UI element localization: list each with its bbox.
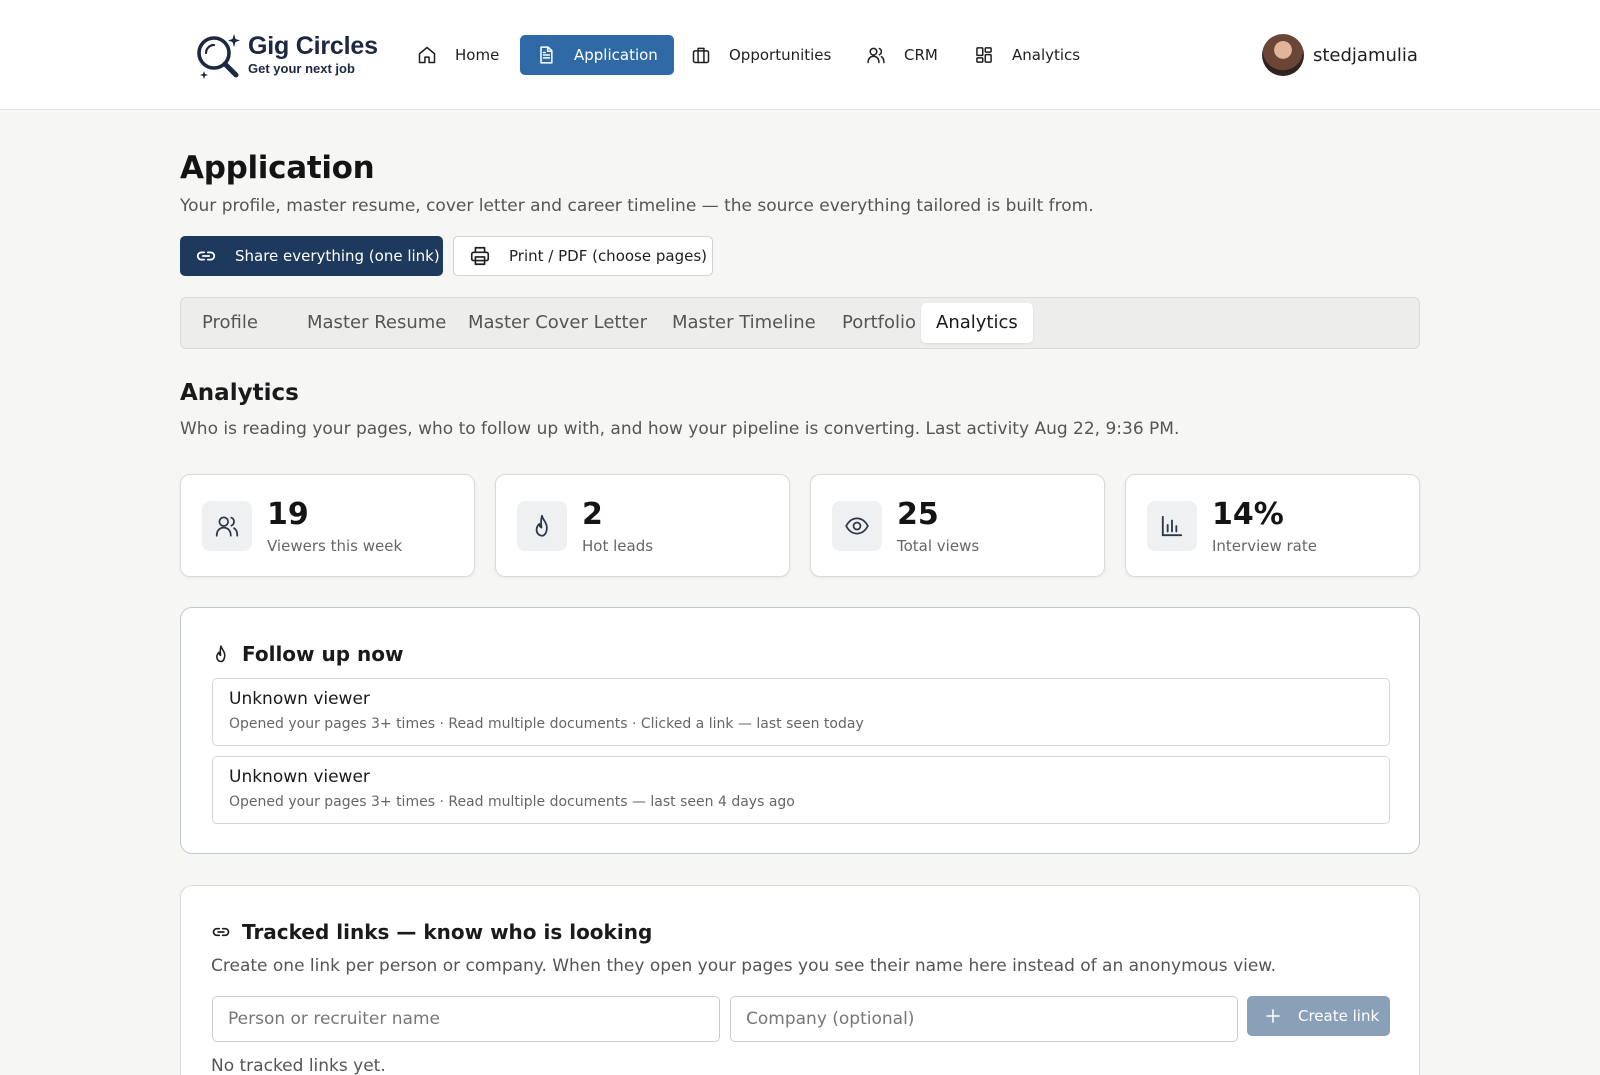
- list-item[interactable]: Unknown viewer Opened your pages 3+ time…: [212, 756, 1390, 824]
- nav-crm[interactable]: CRM: [866, 35, 938, 75]
- page-subtitle: Your profile, master resume, cover lette…: [180, 196, 1094, 216]
- brand-logo[interactable]: Gig Circles Get your next job: [194, 30, 384, 82]
- create-link-label: Create link: [1298, 1007, 1380, 1025]
- magnifier-sparkle-icon: [194, 30, 244, 82]
- application-tabs: Profile Master Resume Master Cover Lette…: [180, 297, 1420, 349]
- nav-opportunities-label: Opportunities: [729, 46, 832, 64]
- user-menu[interactable]: stedjamulia: [1262, 34, 1418, 76]
- stat-label: Viewers this week: [267, 537, 403, 555]
- tracked-links-panel: Tracked links — know who is looking Crea…: [180, 885, 1420, 1075]
- tab-profile[interactable]: Profile: [187, 303, 273, 343]
- print-pdf-label: Print / PDF (choose pages): [509, 247, 707, 265]
- nav-crm-label: CRM: [904, 46, 938, 64]
- nav-opportunities[interactable]: Opportunities: [691, 35, 831, 75]
- viewer-details: Opened your pages 3+ times · Read multip…: [229, 716, 864, 732]
- stat-value: 14%: [1212, 497, 1284, 532]
- nav-home-label: Home: [455, 46, 500, 64]
- stat-card-interview-rate: 14% Interview rate: [1125, 474, 1420, 577]
- nav-analytics-label: Analytics: [1012, 46, 1081, 64]
- grid-icon: [976, 47, 992, 63]
- stat-value: 2: [582, 497, 603, 532]
- top-header: Gig Circles Get your next job Home Appli…: [0, 0, 1600, 110]
- stat-value: 19: [267, 497, 309, 532]
- users-icon: [202, 501, 252, 551]
- nav-analytics[interactable]: Analytics: [974, 35, 1080, 75]
- username: stedjamulia: [1313, 44, 1418, 66]
- create-link-button[interactable]: Create link: [1247, 996, 1390, 1036]
- briefcase-icon: [692, 47, 710, 64]
- share-everything-button[interactable]: Share everything (one link): [180, 236, 443, 276]
- stat-label: Hot leads: [582, 537, 654, 555]
- follow-up-panel: Follow up now Unknown viewer Opened your…: [180, 607, 1420, 854]
- tracked-links-empty: No tracked links yet.: [211, 1056, 386, 1075]
- page-title: Application: [180, 150, 375, 186]
- nav-application-label: Application: [574, 46, 658, 64]
- link-icon: [196, 251, 216, 261]
- tracked-links-title: Tracked links — know who is looking: [242, 920, 653, 944]
- stat-card-total-views: 25 Total views: [810, 474, 1105, 577]
- tab-master-cover-letter[interactable]: Master Cover Letter: [453, 303, 662, 343]
- avatar: [1262, 34, 1304, 76]
- follow-up-header: Follow up now: [211, 642, 403, 666]
- stat-card-hot-leads: 2 Hot leads: [495, 474, 790, 577]
- tracked-links-header: Tracked links — know who is looking: [211, 920, 652, 944]
- flame-icon: [216, 645, 226, 663]
- nav-application[interactable]: Application: [520, 35, 674, 75]
- bar-chart-icon: [1147, 501, 1197, 551]
- brand-name: Gig Circles: [248, 32, 378, 60]
- link-icon: [212, 927, 230, 937]
- viewer-name: Unknown viewer: [229, 689, 370, 709]
- viewer-details: Opened your pages 3+ times · Read multip…: [229, 794, 795, 810]
- analytics-title: Analytics: [180, 380, 299, 406]
- document-icon: [540, 46, 553, 64]
- home-icon: [418, 46, 436, 64]
- tab-portfolio[interactable]: Portfolio: [827, 303, 931, 343]
- analytics-description: Who is reading your pages, who to follow…: [180, 419, 1180, 439]
- stat-card-viewers: 19 Viewers this week: [180, 474, 475, 577]
- stat-label: Total views: [897, 537, 980, 555]
- print-pdf-button[interactable]: Print / PDF (choose pages): [453, 236, 713, 276]
- stat-value: 25: [897, 497, 939, 532]
- printer-icon: [470, 246, 490, 266]
- tab-analytics[interactable]: Analytics: [921, 303, 1033, 343]
- recruiter-name-input[interactable]: [212, 996, 720, 1042]
- share-everything-label: Share everything (one link): [235, 247, 440, 265]
- stat-label: Interview rate: [1212, 537, 1317, 555]
- list-item[interactable]: Unknown viewer Opened your pages 3+ time…: [212, 678, 1390, 746]
- plus-icon: [1266, 1009, 1280, 1023]
- viewer-name: Unknown viewer: [229, 767, 370, 787]
- brand-tagline: Get your next job: [248, 61, 355, 76]
- flame-icon: [517, 501, 567, 551]
- tracked-links-description: Create one link per person or company. W…: [211, 956, 1277, 976]
- company-input[interactable]: [730, 996, 1238, 1042]
- tab-master-resume[interactable]: Master Resume: [292, 303, 461, 343]
- eye-icon: [832, 501, 882, 551]
- tab-master-timeline[interactable]: Master Timeline: [657, 303, 831, 343]
- users-icon: [867, 47, 885, 64]
- nav-home[interactable]: Home: [417, 35, 499, 75]
- follow-up-title: Follow up now: [242, 642, 404, 666]
